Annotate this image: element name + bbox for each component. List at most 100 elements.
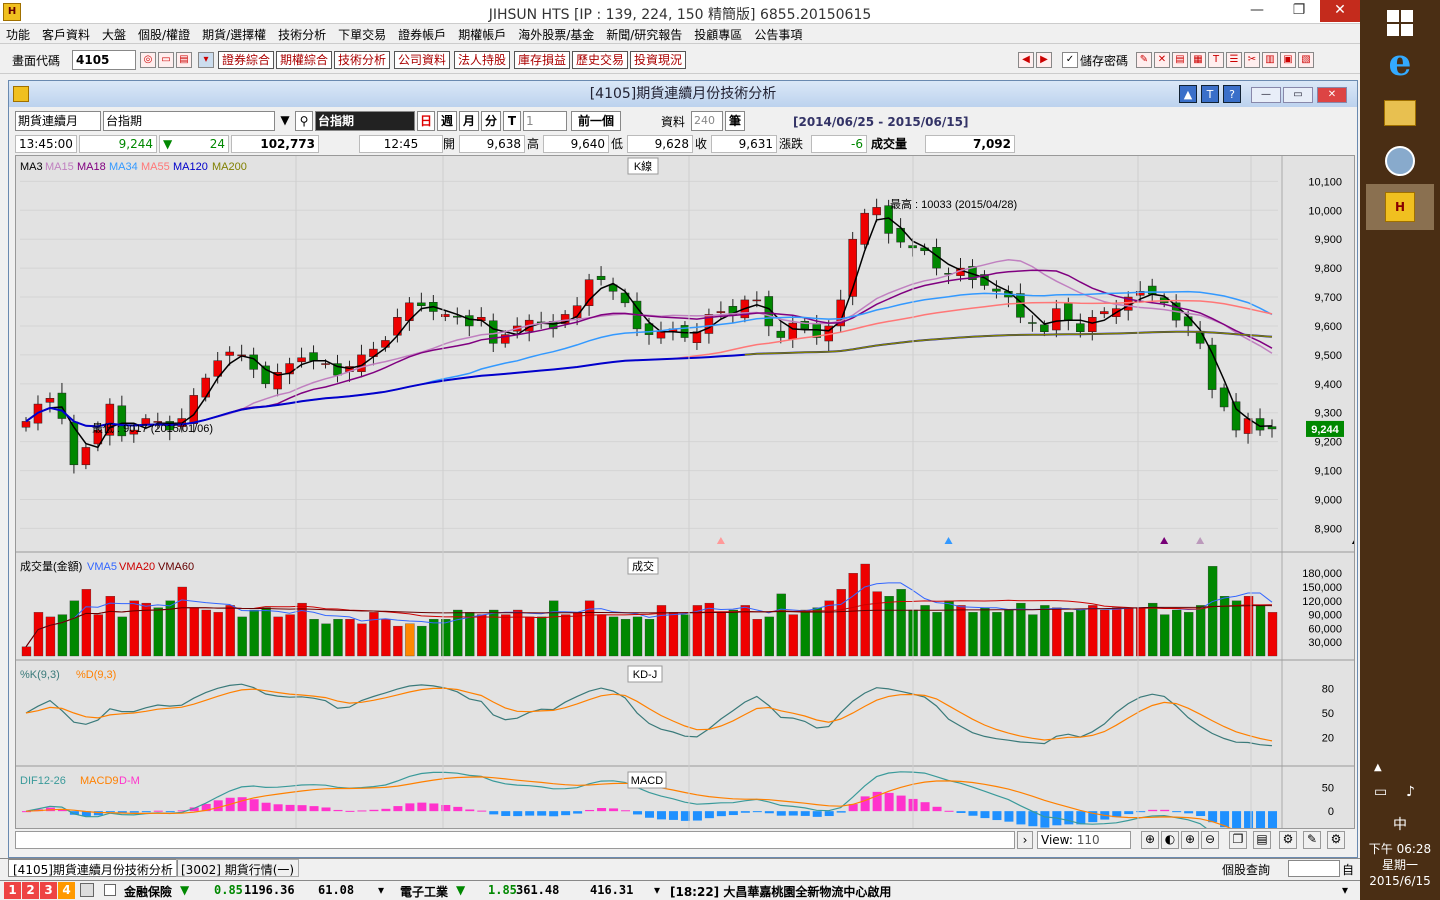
explorer-taskbar-button[interactable]	[1366, 90, 1434, 136]
panel-minimize-button[interactable]: —	[1251, 87, 1281, 103]
period-select[interactable]: 1	[523, 111, 567, 131]
color-icon[interactable]: ◐	[1161, 831, 1179, 849]
gear-icon[interactable]: ⚙	[1327, 831, 1345, 849]
panel-close-button[interactable]: ✕	[1317, 87, 1347, 103]
ie-taskbar-button[interactable]: e	[1366, 40, 1434, 86]
text-tool-icon[interactable]: T	[1201, 85, 1219, 103]
chart-svg[interactable]: 10,100 10,000 9,900 9,800 9,700 9,600 9,500 9,4…	[16, 156, 1360, 897]
month-button[interactable]: 月	[459, 111, 479, 131]
auto-button[interactable]: 自	[1342, 861, 1354, 878]
link-icon[interactable]: ✂	[1244, 52, 1260, 68]
data-unit-button[interactable]: 筆	[725, 111, 745, 131]
volume-icon[interactable]: ♪	[1406, 784, 1415, 800]
x-icon[interactable]: ✕	[1154, 52, 1170, 68]
week-button[interactable]: 週	[437, 111, 457, 131]
page-button-4[interactable]: 4	[58, 882, 75, 899]
pen-icon[interactable]: ✎	[1136, 52, 1152, 68]
search-icon[interactable]: ◎	[140, 52, 156, 68]
lock-icon[interactable]	[80, 883, 94, 897]
minute-button[interactable]: 分	[481, 111, 501, 131]
sector1-dropdown-icon[interactable]: ▾	[378, 883, 384, 897]
list-icon[interactable]: ☰	[1226, 52, 1242, 68]
dropdown-icon[interactable]: ▾	[198, 52, 214, 68]
tab-4105[interactable]: [4105]期貨連續月份技術分析	[8, 859, 178, 877]
toolbar-button-6[interactable]: 歷史交易	[572, 51, 629, 69]
code-input[interactable]: 4105	[72, 50, 136, 70]
close-button[interactable]: ✕	[1320, 0, 1360, 22]
chart-area[interactable]: 10,100 10,000 9,900 9,800 9,700 9,600 9,500 9,4…	[15, 155, 1360, 897]
zoom-fit-icon[interactable]: ⊕	[1141, 831, 1159, 849]
ime-indicator[interactable]: 中	[1360, 814, 1440, 834]
menu-item-9[interactable]: 海外股票/基金	[512, 24, 600, 45]
price-tick: 9,300	[1314, 408, 1342, 420]
menu-item-3[interactable]: 個股/權證	[132, 24, 196, 45]
menu-item-12[interactable]: 公告事項	[748, 24, 808, 45]
toolbar-button-2[interactable]: 技術分析	[334, 51, 391, 69]
toolbar-button-0[interactable]: 證券綜合	[218, 51, 275, 69]
text-icon[interactable]: T	[1208, 52, 1224, 68]
toolbar-button-5[interactable]: 庫存損益	[514, 51, 571, 69]
paint-taskbar-button[interactable]	[1366, 138, 1434, 184]
copy-icon[interactable]: ❐	[1229, 831, 1247, 849]
tab-3002[interactable]: [3002] 期貨行情(一)	[176, 859, 300, 877]
save-password-checkbox[interactable]: ✓	[1062, 52, 1078, 68]
page-button-1[interactable]: 1	[4, 882, 21, 899]
print-icon[interactable]: ▤	[176, 52, 192, 68]
menu-item-0[interactable]: 功能	[0, 24, 36, 45]
arrow-up-icon[interactable]: ▲	[1179, 85, 1197, 103]
table-icon[interactable]: ▦	[1190, 52, 1206, 68]
minimize-button[interactable]: —	[1242, 0, 1272, 22]
image-icon[interactable]: ▧	[1298, 52, 1314, 68]
prev-button[interactable]: 前一個	[571, 111, 621, 131]
menu-item-11[interactable]: 投顧專區	[688, 24, 748, 45]
magnifier-icon[interactable]: ⚲	[295, 111, 313, 131]
day-button[interactable]: 日	[417, 111, 435, 131]
tools-icon[interactable]: ▣	[1280, 52, 1296, 68]
help-icon[interactable]: ?	[1223, 85, 1241, 103]
stock-query-input[interactable]	[1288, 860, 1340, 877]
clock-time[interactable]: 下午 06:28	[1360, 840, 1440, 857]
toolbar-button-7[interactable]: 投資現況	[630, 51, 687, 69]
draw-icon[interactable]: ✎	[1303, 831, 1321, 849]
chart-scrollbar[interactable]	[15, 831, 1015, 849]
page-button-2[interactable]: 2	[22, 882, 39, 899]
arrow-right-icon[interactable]: ▶	[1036, 52, 1052, 68]
dropdown-arrow-icon[interactable]: ▼	[277, 111, 293, 131]
checkbox[interactable]	[104, 884, 116, 896]
zoom-in-icon[interactable]: ⊕	[1181, 831, 1199, 849]
panel-restore-button[interactable]: ▭	[1283, 87, 1313, 103]
settings-icon[interactable]: ⚙	[1279, 831, 1297, 849]
toolbar-button-1[interactable]: 期權綜合	[276, 51, 333, 69]
data-count-input[interactable]: 240	[691, 111, 723, 131]
sector2-dropdown-icon[interactable]: ▾	[654, 883, 660, 897]
menu-item-7[interactable]: 證券帳戶	[392, 24, 452, 45]
toolbar-button-3[interactable]: 公司資料	[394, 51, 451, 69]
news-dropdown-icon[interactable]: ▾	[1342, 883, 1348, 897]
hts-taskbar-button[interactable]: H	[1366, 184, 1434, 230]
stack-icon[interactable]: ▥	[1262, 52, 1278, 68]
toolbar-button-4[interactable]: 法人持股	[454, 51, 511, 69]
page-button-3[interactable]: 3	[40, 882, 57, 899]
volume-bar	[740, 605, 750, 657]
menu-item-2[interactable]: 大盤	[96, 24, 132, 45]
arrow-left-icon[interactable]: ◀	[1018, 52, 1034, 68]
restore-button[interactable]: ❐	[1284, 0, 1314, 22]
contract-select[interactable]: 台指期	[103, 111, 275, 131]
news-ticker[interactable]: [18:22] 大昌華嘉桃園全新物流中心啟用	[670, 883, 891, 900]
menu-item-4[interactable]: 期貨/選擇權	[196, 24, 272, 45]
save-icon[interactable]: ▤	[1253, 831, 1271, 849]
menu-item-10[interactable]: 新聞/研究報告	[600, 24, 688, 45]
doc-icon[interactable]: ▤	[1172, 52, 1188, 68]
menu-item-1[interactable]: 客戶資料	[36, 24, 96, 45]
menu-item-5[interactable]: 技術分析	[272, 24, 332, 45]
window-icon[interactable]: ▭	[158, 52, 174, 68]
tick-button[interactable]: T	[503, 111, 521, 131]
contract-type-select[interactable]: 期貨連續月	[15, 111, 101, 131]
view-field[interactable]: View: 110	[1037, 831, 1131, 849]
menu-item-6[interactable]: 下單交易	[332, 24, 392, 45]
menu-item-8[interactable]: 期權帳戶	[452, 24, 512, 45]
scroll-right-icon[interactable]: ›	[1017, 831, 1033, 849]
zoom-out-icon[interactable]: ⊖	[1201, 831, 1219, 849]
tray-expand-icon[interactable]: ▲	[1374, 762, 1382, 773]
network-icon[interactable]: ▭	[1374, 784, 1387, 800]
